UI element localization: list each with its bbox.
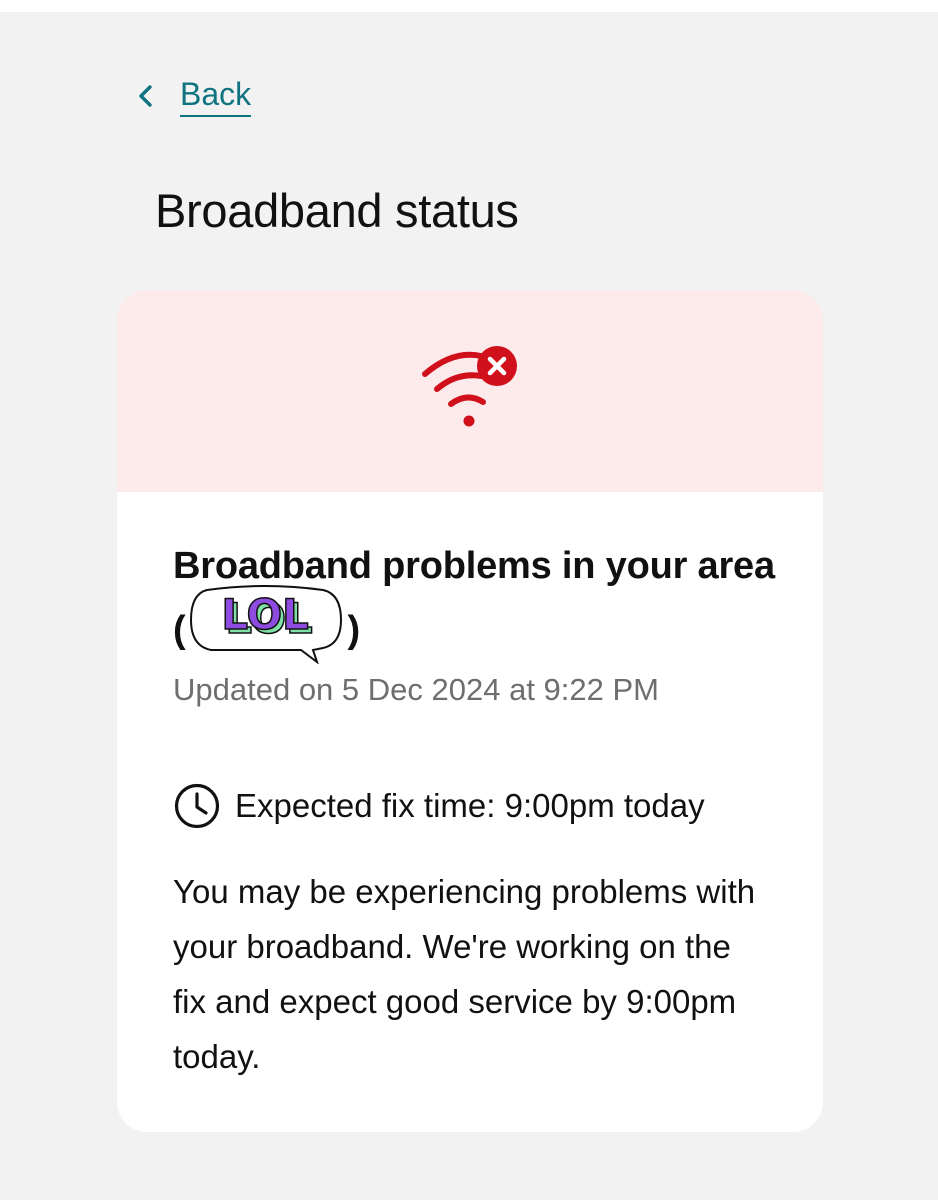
back-button[interactable]: Back — [134, 74, 252, 117]
status-description: You may be experiencing problems with yo… — [173, 872, 756, 1075]
sticker-text: LOL — [222, 590, 309, 639]
expected-fix-time: Expected fix time: 9:00pm today — [235, 786, 705, 824]
status-banner — [117, 290, 823, 492]
lol-sticker: LOL LOL — [185, 580, 345, 664]
back-label: Back — [180, 74, 252, 117]
chevron-left-icon — [139, 84, 152, 107]
top-strip — [0, 0, 938, 12]
issue-title: Broadband problems in your area ( LOL LO… — [173, 534, 783, 664]
issue-title-close: ) — [347, 609, 360, 651]
updated-timestamp: Updated on 5 Dec 2024 at 9:22 PM — [173, 671, 659, 707]
wifi-error-icon — [422, 346, 517, 427]
status-body: Broadband problems in your area ( LOL LO… — [173, 534, 783, 1117]
page-title: Broadband status — [155, 184, 519, 237]
status-card: Broadband problems in your area ( LOL LO… — [117, 290, 823, 1132]
expected-fix-row: Expected fix time: 9:00pm today — [173, 782, 783, 830]
clock-icon — [174, 783, 220, 829]
